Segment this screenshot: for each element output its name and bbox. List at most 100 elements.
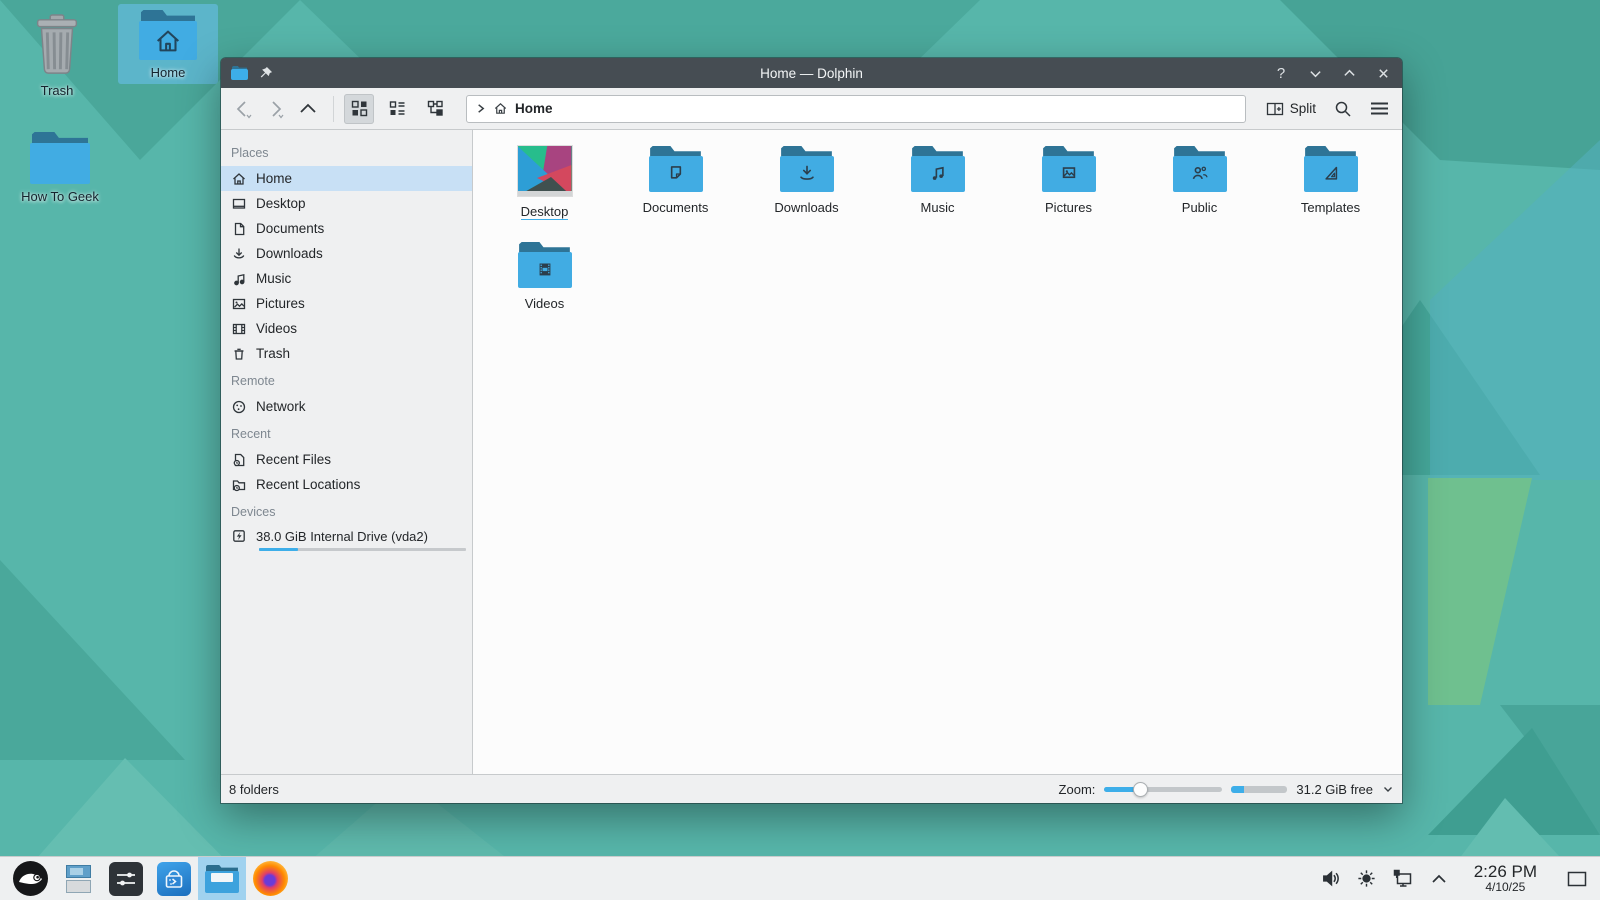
- sidebar-item-pictures[interactable]: Pictures: [221, 291, 472, 316]
- sidebar-item-downloads[interactable]: Downloads: [221, 241, 472, 266]
- desktop-icon-label: Trash: [41, 83, 74, 98]
- sidebar-item-recent-files[interactable]: Recent Files: [221, 447, 472, 472]
- search-button[interactable]: [1328, 94, 1358, 124]
- people-emblem-icon: [1187, 161, 1213, 187]
- dolphin-window: Home — Dolphin ?: [221, 58, 1402, 803]
- brightness-icon[interactable]: [1356, 868, 1377, 889]
- folder-label: Public: [1182, 201, 1217, 214]
- tree-view-button[interactable]: [420, 94, 450, 124]
- up-button[interactable]: [297, 98, 319, 120]
- breadcrumb-chevron-icon[interactable]: [475, 103, 486, 114]
- location-bar[interactable]: Home: [466, 95, 1246, 123]
- desktop-icon-label: How To Geek: [21, 189, 99, 204]
- pager-icon: [66, 865, 91, 893]
- free-space-text: 31.2 GiB free: [1296, 782, 1373, 797]
- folder-item-downloads[interactable]: Downloads: [741, 142, 872, 238]
- sidebar-item-label: 38.0 GiB Internal Drive (vda2): [256, 529, 428, 544]
- section-header-recent: Recent: [221, 419, 472, 447]
- folder-label: Templates: [1301, 201, 1360, 214]
- sidebar-item-desktop[interactable]: Desktop: [221, 191, 472, 216]
- split-view-icon: [1266, 101, 1284, 117]
- sidebar-item-trash[interactable]: Trash: [221, 341, 472, 366]
- film-emblem-icon: [532, 257, 558, 283]
- virtual-desktop-pager[interactable]: [54, 857, 102, 900]
- help-button[interactable]: ?: [1272, 64, 1290, 82]
- folder-item-templates[interactable]: Templates: [1265, 142, 1396, 238]
- trash-icon: [231, 346, 247, 362]
- sidebar-item-music[interactable]: Music: [221, 266, 472, 291]
- menu-button[interactable]: [1364, 94, 1394, 124]
- pin-icon[interactable]: [258, 66, 273, 81]
- sidebar-item-label: Recent Files: [256, 452, 331, 467]
- sidebar-item-network[interactable]: Network: [221, 394, 472, 419]
- music-note-icon: [231, 271, 247, 287]
- app-folder-icon: [231, 66, 248, 80]
- network-icon: [231, 399, 247, 415]
- sidebar-item-label: Recent Locations: [256, 477, 360, 492]
- icons-view-button[interactable]: [344, 94, 374, 124]
- folder-item-documents[interactable]: Documents: [610, 142, 741, 238]
- zoom-slider[interactable]: [1104, 782, 1222, 797]
- discover-launcher[interactable]: [150, 857, 198, 900]
- sidebar-item-videos[interactable]: Videos: [221, 316, 472, 341]
- volume-icon[interactable]: [1320, 868, 1341, 889]
- desktop-icon-trash[interactable]: Trash: [14, 6, 100, 102]
- task-dolphin[interactable]: [198, 857, 246, 900]
- network-icon[interactable]: [1392, 868, 1414, 890]
- maximize-button[interactable]: [1340, 64, 1358, 82]
- free-space-menu-chevron-icon[interactable]: [1382, 783, 1394, 795]
- window-titlebar[interactable]: Home — Dolphin ?: [221, 58, 1402, 88]
- document-icon: [231, 221, 247, 237]
- picture-emblem-icon: [1056, 161, 1082, 187]
- search-icon: [1334, 100, 1352, 118]
- sidebar-item-documents[interactable]: Documents: [221, 216, 472, 241]
- zoom-label: Zoom:: [1059, 782, 1096, 797]
- show-desktop-button[interactable]: [1562, 857, 1592, 900]
- show-desktop-icon: [1567, 871, 1587, 887]
- desktop-icon-label: Home: [151, 65, 186, 80]
- hamburger-icon: [1370, 101, 1389, 116]
- forward-button[interactable]: [265, 98, 287, 120]
- folder-item-public[interactable]: Public: [1134, 142, 1265, 238]
- home-folder-icon: [139, 10, 197, 60]
- app-launcher-button[interactable]: [6, 857, 54, 900]
- sidebar-item-recent-locations[interactable]: Recent Locations: [221, 472, 472, 497]
- sidebar-item-internal-drive[interactable]: 38.0 GiB Internal Drive (vda2): [221, 525, 472, 551]
- folder-label: Downloads: [774, 201, 838, 214]
- close-button[interactable]: [1374, 64, 1392, 82]
- recent-files-icon: [231, 452, 247, 468]
- folder-view[interactable]: Desktop Documents: [473, 130, 1402, 774]
- split-button[interactable]: Split: [1260, 97, 1322, 121]
- desktop-icon-home[interactable]: Home: [118, 4, 218, 84]
- firefox-launcher[interactable]: [246, 857, 294, 900]
- breadcrumb-home[interactable]: Home: [515, 101, 553, 116]
- download-icon: [231, 246, 247, 262]
- folder-label: Desktop: [521, 205, 569, 220]
- sidebar-item-home[interactable]: Home: [221, 166, 472, 191]
- sidebar-item-label: Music: [256, 271, 291, 286]
- folder-label: Documents: [643, 201, 709, 214]
- folder-item-desktop[interactable]: Desktop: [479, 142, 610, 238]
- split-button-label: Split: [1290, 101, 1316, 116]
- recent-locations-icon: [231, 477, 247, 493]
- minimize-button[interactable]: [1306, 64, 1324, 82]
- folder-item-music[interactable]: Music: [872, 142, 1003, 238]
- digital-clock[interactable]: 2:26 PM 4/10/25: [1474, 863, 1537, 893]
- folder-label: Music: [921, 201, 955, 214]
- folder-item-videos[interactable]: Videos: [479, 238, 610, 334]
- sidebar-item-label: Home: [256, 171, 292, 186]
- status-bar: 8 folders Zoom: 31.2 GiB free: [221, 774, 1402, 803]
- tray-expander-chevron-icon[interactable]: [1429, 869, 1449, 889]
- folder-item-pictures[interactable]: Pictures: [1003, 142, 1134, 238]
- sidebar-item-label: Network: [256, 399, 306, 414]
- zoom-slider-handle[interactable]: [1133, 782, 1148, 797]
- system-settings-launcher[interactable]: [102, 857, 150, 900]
- details-view-button[interactable]: [382, 94, 412, 124]
- desktop-icon-how-to-geek[interactable]: How To Geek: [8, 126, 112, 208]
- section-header-devices: Devices: [221, 497, 472, 525]
- back-button[interactable]: [233, 98, 255, 120]
- section-header-remote: Remote: [221, 366, 472, 394]
- main-toolbar: Home Split: [221, 88, 1402, 130]
- free-space-bar: [1231, 786, 1287, 793]
- trash-can-icon: [26, 12, 88, 78]
